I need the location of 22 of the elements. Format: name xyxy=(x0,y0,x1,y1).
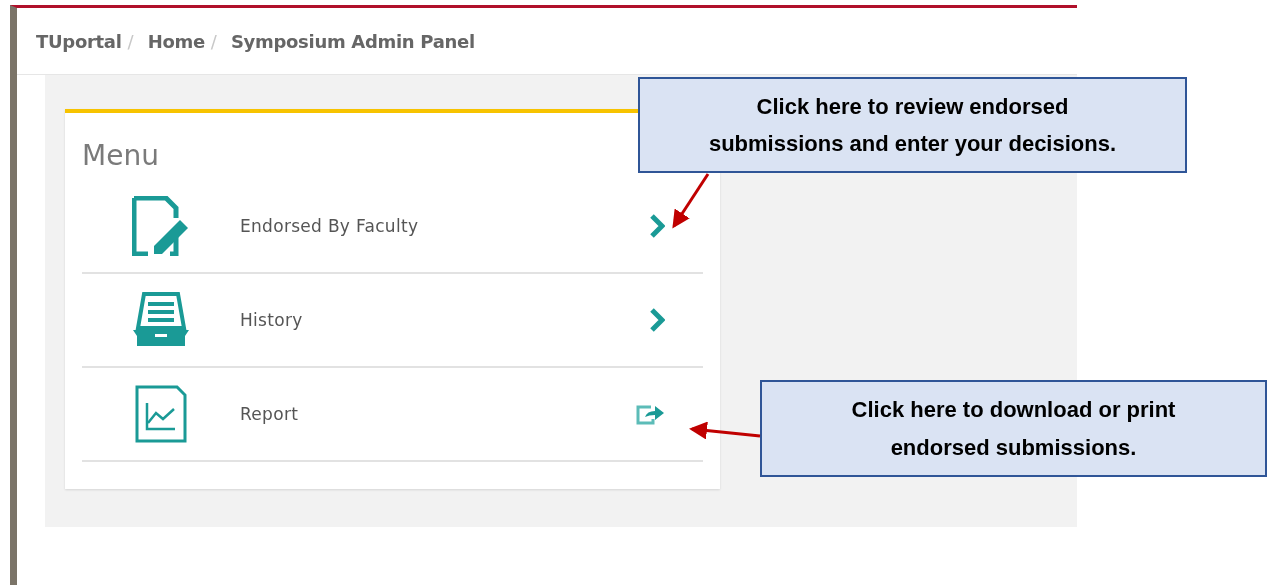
callout-box: Click here to review endorsed submissions and enter your decisions. xyxy=(638,77,1187,173)
annotation-arrow xyxy=(672,173,710,229)
menu-item-label[interactable]: History xyxy=(240,310,649,330)
menu-title: Menu xyxy=(82,139,160,172)
export-icon xyxy=(635,403,665,425)
menu-item-action[interactable] xyxy=(649,307,665,333)
document-pencil-icon xyxy=(132,196,190,256)
chart-document-icon xyxy=(135,385,187,443)
file-tray-icon xyxy=(132,292,190,348)
annotation-arrow xyxy=(689,421,761,440)
breadcrumb-separator: / xyxy=(127,30,134,52)
menu-item-action[interactable] xyxy=(649,213,665,239)
breadcrumb-separator: / xyxy=(210,30,217,52)
menu-item-action[interactable] xyxy=(635,403,665,425)
callout-box: Click here to download or print endorsed submissions. xyxy=(760,380,1267,477)
menu-item-label[interactable]: Endorsed By Faculty xyxy=(240,216,649,236)
breadcrumb-link[interactable]: Symposium Admin Panel xyxy=(230,30,475,52)
chevron-right-icon xyxy=(649,307,665,333)
breadcrumb-link[interactable]: Home xyxy=(147,30,205,52)
breadcrumb-link[interactable]: TUportal xyxy=(36,30,122,52)
chevron-right-icon xyxy=(649,213,665,239)
menu-item-label[interactable]: Report xyxy=(240,404,635,424)
